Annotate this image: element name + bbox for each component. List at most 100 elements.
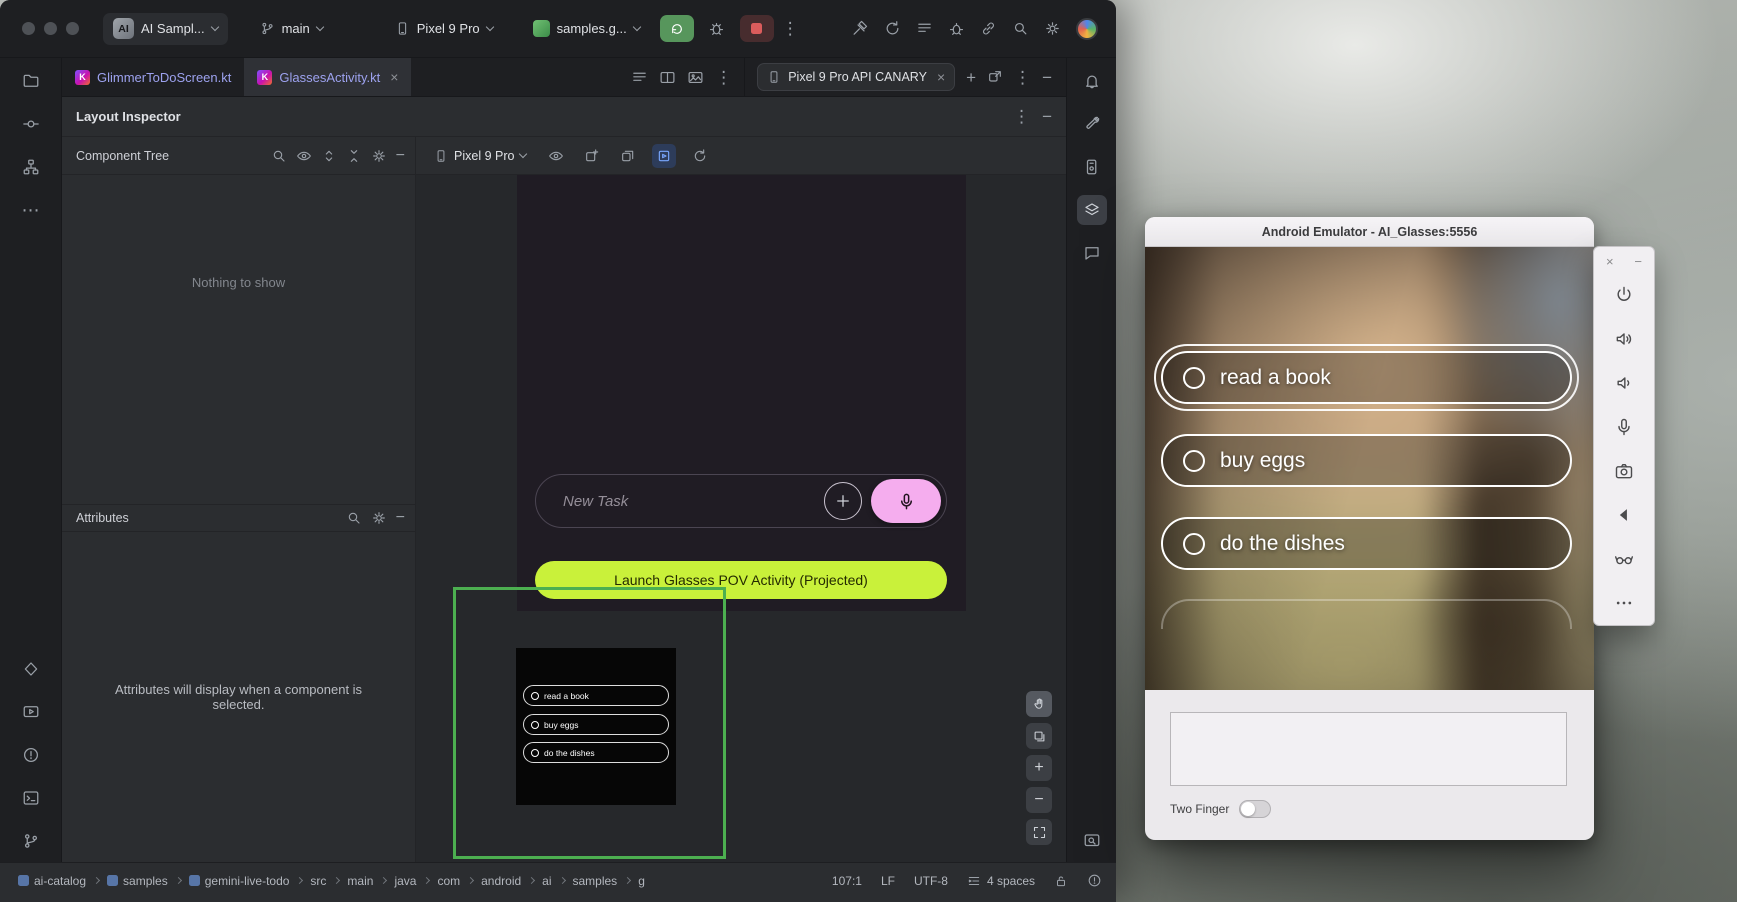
hammer-icon[interactable] <box>852 20 869 37</box>
minimize-window-button[interactable] <box>44 22 57 35</box>
ui-check-button[interactable] <box>1077 826 1107 856</box>
breadcrumb-item[interactable]: src <box>310 874 326 888</box>
link-icon[interactable] <box>980 20 997 37</box>
snapshot-button[interactable] <box>580 144 604 168</box>
editor-more-button[interactable]: ⋮ <box>715 69 732 86</box>
target-device-selector[interactable]: Pixel 9 Pro <box>385 13 503 45</box>
indent-settings[interactable]: 4 spaces <box>967 874 1035 888</box>
power-button[interactable] <box>1607 278 1641 312</box>
emulator-minimize-button[interactable]: − <box>1634 255 1642 268</box>
breadcrumb[interactable]: ai-catalog samples gemini-live-todo src … <box>18 874 645 888</box>
commit-tool-button[interactable] <box>16 109 46 139</box>
hide-inspector-button[interactable]: − <box>1042 108 1052 125</box>
expand-all-icon[interactable] <box>321 148 337 164</box>
gear-icon[interactable] <box>371 148 387 164</box>
zoom-in-button[interactable]: + <box>1026 755 1052 781</box>
file-encoding[interactable]: UTF-8 <box>914 874 948 888</box>
touchpad-area[interactable] <box>1170 712 1567 786</box>
back-button[interactable] <box>1607 498 1641 532</box>
hide-tree-button[interactable]: − <box>396 148 405 164</box>
open-in-window-icon[interactable] <box>987 69 1003 85</box>
search-icon[interactable] <box>346 510 362 526</box>
breadcrumb-item[interactable]: samples <box>123 874 168 888</box>
collapse-all-icon[interactable] <box>346 148 362 164</box>
rerun-button[interactable] <box>660 15 694 42</box>
close-tab-icon[interactable]: × <box>937 70 945 84</box>
structure-tool-button[interactable] <box>16 152 46 182</box>
design-view-icon[interactable] <box>687 69 704 86</box>
todo-pill[interactable]: do the dishes <box>1161 517 1572 570</box>
close-window-button[interactable] <box>22 22 35 35</box>
zoom-out-button[interactable]: − <box>1026 787 1052 813</box>
todo-pill[interactable]: read a book <box>1161 351 1572 404</box>
zoom-fit-button[interactable] <box>1026 819 1052 845</box>
phone-display-mirror[interactable]: New Task Launch Glasses POV Activity (Pr… <box>517 175 966 611</box>
add-task-button[interactable] <box>824 482 862 520</box>
voice-input-button[interactable] <box>871 479 941 523</box>
zoom-window-button[interactable] <box>66 22 79 35</box>
emulator-close-button[interactable]: × <box>1606 255 1614 268</box>
more-controls-button[interactable] <box>1607 586 1641 620</box>
breadcrumb-item[interactable]: ai <box>542 874 551 888</box>
gear-icon[interactable] <box>371 510 387 526</box>
layout-inspector-tool-button[interactable] <box>1077 195 1107 225</box>
mini-todo-pill[interactable]: do the dishes <box>523 742 669 763</box>
run-more-button[interactable]: ⋮ <box>782 20 799 37</box>
glasses-display-mirror[interactable]: read a book buy eggs do the dishes <box>516 648 676 805</box>
microphone-button[interactable] <box>1607 410 1641 444</box>
search-icon[interactable] <box>271 148 287 164</box>
gear-icon[interactable] <box>1044 20 1061 37</box>
assistant-tool-button[interactable] <box>16 654 46 684</box>
debug-button[interactable] <box>702 15 732 42</box>
breadcrumb-item[interactable]: java <box>394 874 416 888</box>
gemini-chat-button[interactable] <box>1077 238 1107 268</box>
profile-avatar[interactable] <box>1076 18 1098 40</box>
mini-todo-pill[interactable]: buy eggs <box>523 714 669 735</box>
process-selector[interactable]: Pixel 9 Pro <box>428 146 532 166</box>
split-view-icon[interactable] <box>659 69 676 86</box>
breadcrumb-item[interactable]: main <box>347 874 373 888</box>
glasses-mode-button[interactable] <box>1607 542 1641 576</box>
layer-snapshot-button[interactable] <box>616 144 640 168</box>
stop-button[interactable] <box>740 15 774 42</box>
branch-selector[interactable]: main <box>250 13 333 45</box>
volume-down-button[interactable] <box>1607 366 1641 400</box>
run-config-selector[interactable]: samples.g... <box>523 13 650 45</box>
bug-outline-icon[interactable] <box>948 20 965 37</box>
tab-glimmer-todo-screen[interactable]: K GlimmerToDoScreen.kt <box>62 58 244 96</box>
camera-button[interactable] <box>1607 454 1641 488</box>
breadcrumb-item[interactable]: android <box>481 874 521 888</box>
emulator-screen[interactable]: read a book buy eggs do the dishes <box>1145 247 1594 690</box>
new-task-input[interactable]: New Task <box>535 474 947 528</box>
running-devices-tool-button[interactable] <box>16 697 46 727</box>
todo-pill[interactable]: buy eggs <box>1161 434 1572 487</box>
sync-icon[interactable] <box>884 20 901 37</box>
list-icon[interactable] <box>916 20 933 37</box>
lock-icon[interactable] <box>1054 874 1068 888</box>
problems-indicator-icon[interactable] <box>1087 873 1102 888</box>
layer-spacing-button[interactable] <box>1026 723 1052 749</box>
more-tools-button[interactable]: ⋯ <box>16 195 46 225</box>
volume-up-button[interactable] <box>1607 322 1641 356</box>
hide-attributes-button[interactable]: − <box>396 510 405 526</box>
live-updates-toggle[interactable] <box>652 144 676 168</box>
running-device-tab[interactable]: Pixel 9 Pro API CANARY × <box>757 63 955 91</box>
project-selector[interactable]: AI AI Sampl... <box>103 13 228 45</box>
code-view-icon[interactable] <box>631 69 648 86</box>
breadcrumb-item[interactable]: com <box>437 874 460 888</box>
emulator-titlebar[interactable]: Android Emulator - AI_Glasses:5556 <box>1145 217 1594 247</box>
refresh-button[interactable] <box>688 144 712 168</box>
view-options-button[interactable] <box>544 144 568 168</box>
version-control-tool-button[interactable] <box>16 826 46 856</box>
inspector-more-button[interactable]: ⋮ <box>1013 108 1030 125</box>
search-icon[interactable] <box>1012 20 1029 37</box>
hide-devices-panel-button[interactable]: − <box>1042 69 1052 86</box>
two-finger-toggle[interactable] <box>1239 800 1271 818</box>
problems-tool-button[interactable] <box>16 740 46 770</box>
terminal-tool-button[interactable] <box>16 783 46 813</box>
breadcrumb-item[interactable]: gemini-live-todo <box>205 874 290 888</box>
mini-todo-pill[interactable]: read a book <box>523 685 669 706</box>
cursor-position[interactable]: 107:1 <box>832 874 862 888</box>
tab-glasses-activity[interactable]: K GlassesActivity.kt × <box>244 58 411 96</box>
device-render-area[interactable]: New Task Launch Glasses POV Activity (Pr… <box>416 175 1066 862</box>
